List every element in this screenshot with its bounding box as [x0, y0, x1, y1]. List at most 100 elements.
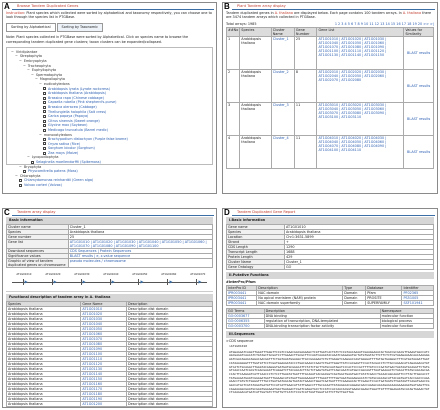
panel-label: C [3, 208, 12, 217]
row-number: 4 [225, 135, 241, 170]
panel-b-tandem-array-list: B Plant Tandem array display Tandem dupl… [222, 2, 438, 194]
minus-icon[interactable]: − [35, 77, 38, 82]
checkbox[interactable] [43, 147, 46, 151]
gene-list[interactable]: AT1G04010 | AT1G04020 | AT1G04030 | AT1G… [316, 135, 405, 170]
checkbox[interactable] [31, 160, 34, 164]
checkbox[interactable] [43, 137, 46, 141]
tab-taxonomic[interactable]: Sorting by Taxonomic [56, 23, 103, 33]
gene-list[interactable]: AT1G01010 | AT1G01020 | AT1G01030 | AT1G… [316, 36, 405, 71]
checkbox[interactable] [43, 128, 46, 132]
species-link[interactable]: Selaginella moellendorffii (Spikemoss) [36, 160, 101, 165]
checkbox[interactable] [43, 96, 46, 100]
gene-tick [22, 279, 24, 285]
gene-number: 8 [293, 69, 318, 104]
column-header: Gene Number [293, 27, 318, 38]
instruction-body: : Plant species which collected were sor… [6, 11, 212, 20]
minus-icon[interactable]: − [39, 133, 42, 138]
description-cell: Description dist domain [126, 406, 213, 407]
tree-node[interactable]: Volvox carteri (Volvox) [11, 183, 208, 188]
checkbox[interactable] [23, 170, 26, 174]
species-link[interactable]: Volvox carteri (Volvox) [24, 183, 62, 188]
taxonomy-tree: − Viridiplantae − Streptophyta − Embryophyta −… [6, 46, 213, 187]
cluster-link[interactable]: Cluster_2 [270, 69, 295, 104]
checkbox[interactable] [43, 91, 46, 95]
minus-icon[interactable]: − [11, 50, 14, 55]
minus-icon[interactable]: − [19, 165, 22, 170]
info-value[interactable]: AT1G01010 | AT1G01020 | AT1G01030 | AT1G… [67, 239, 214, 249]
checkbox[interactable] [43, 101, 46, 105]
checkbox[interactable] [43, 114, 46, 118]
info-key: Graphic of view of tandem duplicated gen… [6, 258, 69, 268]
gene-marker-label: AT1G01030 [74, 273, 90, 276]
checkbox[interactable] [43, 105, 46, 109]
cluster-link[interactable]: Cluster_1 [270, 36, 295, 71]
gene-marker-label: AT1G01020 [45, 273, 61, 276]
tab-alphabetical[interactable]: Sorting by Alphabetical [6, 23, 56, 33]
description-cell: NAC domain superfamily [256, 300, 344, 306]
checkbox[interactable] [43, 110, 46, 114]
checkbox[interactable] [43, 87, 46, 91]
go-term-link[interactable]: GO:0003700 [226, 323, 265, 329]
type-cell: Domain [342, 300, 367, 306]
panel-label: A [3, 2, 12, 11]
species-name: A. thaliana [402, 11, 422, 15]
blast-results-link[interactable]: BLAST results [403, 36, 434, 71]
checkbox[interactable] [43, 124, 46, 128]
checkbox[interactable] [19, 183, 22, 187]
gene-arrow-icon: ▶ [169, 279, 173, 284]
checkbox[interactable] [19, 179, 22, 183]
database-cell: SUPERFAMILY [365, 300, 403, 306]
putative-functions-header: II.Putative Functions [226, 272, 434, 279]
gene-info-table: Gene name AT1G01010 Species Arabidopsis tha… [226, 224, 435, 270]
gene-number: 11 [293, 135, 318, 170]
basic-info-table: Cluster name Cluster_1 Species Arabidopsis … [6, 224, 214, 268]
gene-arrow-icon: ▶ [82, 279, 86, 284]
minus-icon[interactable]: − [15, 54, 18, 59]
gene-arrow-icon: ▶ [140, 279, 144, 284]
gene-tick [138, 279, 139, 285]
blast-results-link[interactable]: BLAST results [403, 69, 434, 104]
gene-tick [80, 279, 82, 285]
cluster-link[interactable]: Cluster_3 [270, 102, 295, 137]
minus-icon[interactable]: − [23, 64, 26, 69]
gene-arrow-icon: ▶ [53, 279, 57, 284]
pagination[interactable]: 1 2 3 4 5 6 7 8 9 10 11 12 13 14 15 16 1… [335, 22, 434, 26]
info-row: Gene list AT1G01010 | AT1G01020 | AT1G010… [6, 239, 214, 249]
gene-tick [196, 279, 197, 285]
sequences-header: III.Sequences [226, 331, 434, 338]
identifier-link[interactable]: SSF101941 [401, 300, 434, 306]
info-value[interactable]: pseudo molecules / chromosome [67, 258, 214, 268]
column-header: ##No [225, 27, 241, 38]
blast-results-link[interactable]: BLAST results [403, 135, 434, 170]
minus-icon[interactable]: − [27, 155, 30, 160]
cluster-link[interactable]: Cluster_4 [270, 135, 295, 170]
species-cell: Arabidopsis thaliana [239, 69, 272, 104]
minus-icon[interactable]: − [31, 73, 34, 78]
gene-link[interactable]: AT1G01210 [80, 406, 128, 407]
sort-tabs: Sorting by Alphabetical Sorting by Taxon… [6, 23, 213, 33]
gene-marker-label: AT1G01070 [190, 273, 206, 276]
info-value: GO [283, 264, 435, 270]
minus-icon[interactable]: − [27, 68, 30, 73]
checkbox[interactable] [43, 151, 46, 155]
cds-sequence: ATGGAGGATCAAGTTGGGTTTGGGTTCCGTCCGAACGACG… [229, 349, 430, 395]
gene-tick [51, 279, 53, 285]
interpro-link[interactable]: IPR003441 [225, 300, 258, 306]
tandem-array-table: ##No Species Cluster Name Gene Number Gene L… [225, 27, 434, 170]
checkbox[interactable] [43, 119, 46, 123]
row-number: 3 [225, 102, 241, 137]
minus-icon[interactable]: − [19, 59, 22, 64]
table-row: GO:0003700 DNA-binding transcription fact… [226, 323, 435, 329]
minus-icon[interactable]: − [39, 82, 42, 87]
minus-icon[interactable]: − [15, 174, 18, 179]
go-table: GO Terms Description Namespace GO:0003677 D… [226, 308, 435, 329]
blast-results-link[interactable]: BLAST results [403, 102, 434, 137]
species-cell: Arabidopsis thaliana [239, 135, 272, 170]
gene-marker-label: AT1G01050 [132, 273, 148, 276]
gene-list[interactable]: AT1G02010 | AT1G02020 | AT1G02030 | AT1G… [316, 69, 405, 104]
gene-list[interactable]: AT1G03010 | AT1G03020 | AT1G03030 | AT1G… [316, 102, 405, 137]
gene-arrow-icon: ▶ [111, 279, 115, 284]
column-header: Values for Similarity [403, 27, 434, 38]
note-text: Note: Plant species collected in PTGBase… [6, 35, 189, 44]
checkbox[interactable] [43, 142, 46, 146]
